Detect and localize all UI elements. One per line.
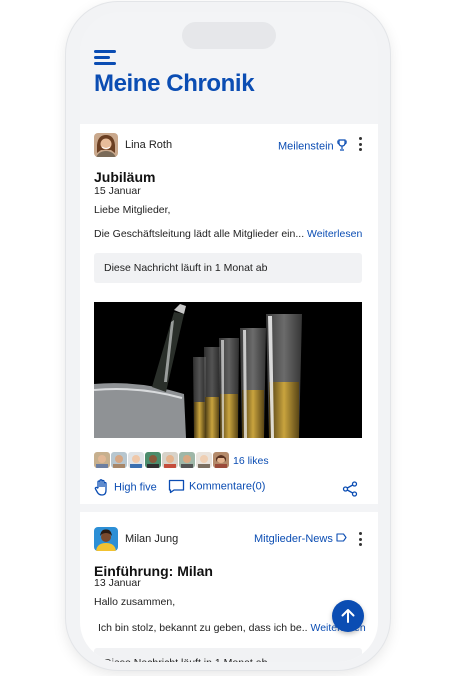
post-category-tag[interactable]: Mitglieder-News: [254, 533, 347, 545]
liker-avatar: [213, 452, 229, 468]
hamburger-menu-icon[interactable]: [94, 50, 116, 66]
liker-avatar: [179, 452, 195, 468]
post-category-tag[interactable]: Meilenstein: [278, 139, 347, 154]
hand-icon: [94, 479, 107, 496]
high-five-button[interactable]: High five: [94, 479, 157, 496]
author-avatar[interactable]: [94, 527, 118, 551]
high-five-label: High five: [114, 481, 157, 494]
post-excerpt: Die Geschäftsleitung lädt alle Mitgliede…: [94, 228, 362, 240]
app-screen: Meine Chronik Lina Roth Meilenstein Jubi…: [80, 12, 378, 662]
post-greeting: Liebe Mitglieder,: [94, 204, 171, 216]
post-date: 15 Januar: [94, 185, 141, 197]
post-card: Milan Jung Mitglieder-News Einführung: M…: [80, 512, 378, 662]
author-name[interactable]: Milan Jung: [125, 533, 178, 545]
more-vertical-icon[interactable]: [354, 136, 366, 152]
phone-notch: [182, 22, 276, 49]
post-card: Lina Roth Meilenstein Jubiläum 15 Januar…: [80, 124, 378, 504]
comments-button[interactable]: Kommentare(0): [168, 479, 265, 494]
category-label: Meilenstein: [278, 140, 334, 153]
post-image-champagne[interactable]: [94, 302, 362, 438]
liker-avatar: [128, 452, 144, 468]
expiry-notice: Diese Nachricht läuft in 1 Monat ab: [94, 648, 362, 662]
share-icon[interactable]: [342, 481, 358, 502]
tag-icon: [336, 533, 347, 545]
post-excerpt: Ich bin stolz, bekannt zu geben, dass ic…: [98, 622, 366, 634]
comments-label: Kommentare(0): [189, 480, 266, 493]
read-more-link[interactable]: Weiterlesen: [307, 228, 362, 240]
post-date: 13 Januar: [94, 577, 141, 589]
excerpt-text: Ich bin stolz, bekannt zu geben, dass ic…: [98, 622, 308, 634]
trophy-icon: [336, 139, 347, 154]
arrow-up-icon: [341, 609, 355, 623]
liker-avatar: [196, 452, 212, 468]
more-vertical-icon[interactable]: [354, 531, 366, 547]
liker-avatar: [162, 452, 178, 468]
liker-avatar: [145, 452, 161, 468]
likes-count[interactable]: 16 likes: [233, 455, 269, 467]
page-title: Meine Chronik: [94, 70, 255, 97]
comment-icon: [168, 479, 185, 494]
expiry-notice: Diese Nachricht läuft in 1 Monat ab: [94, 253, 362, 283]
post-title: Jubiläum: [94, 169, 156, 185]
post-greeting: Hallo zusammen,: [94, 596, 176, 608]
excerpt-text: Die Geschäftsleitung lädt alle Mitgliede…: [94, 228, 305, 240]
liker-avatar: [94, 452, 110, 468]
scroll-to-top-button[interactable]: [332, 600, 364, 632]
author-avatar[interactable]: [94, 133, 118, 157]
category-label: Mitglieder-News: [254, 533, 333, 545]
liker-avatar: [111, 452, 127, 468]
author-name[interactable]: Lina Roth: [125, 139, 172, 151]
